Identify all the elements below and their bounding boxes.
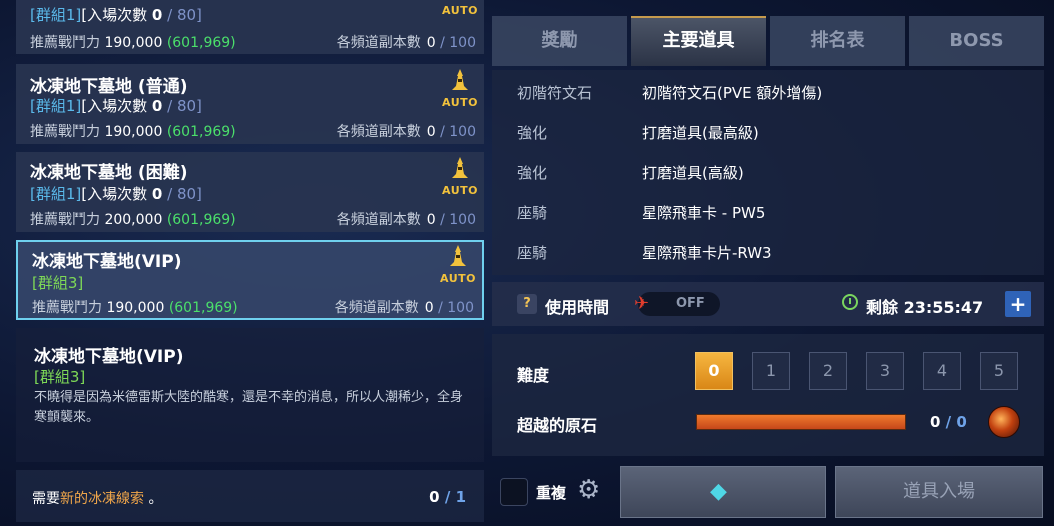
difficulty-option-5[interactable]: 5 bbox=[980, 352, 1018, 390]
question-icon[interactable]: ? bbox=[517, 294, 537, 314]
reward-category: 強化 bbox=[517, 124, 548, 142]
tower-icon bbox=[450, 245, 466, 266]
entry-label: [入場次數 bbox=[81, 6, 148, 24]
tower-auto-icon[interactable]: AUTO bbox=[442, 68, 478, 109]
tower-icon bbox=[452, 69, 468, 90]
reward-category: 強化 bbox=[517, 164, 548, 182]
reward-category: 初階符文石 bbox=[517, 84, 593, 102]
reward-list: 初階符文石 初階符文石(PVE 額外增傷) 強化 打磨道具(最高級) 強化 打磨… bbox=[492, 70, 1044, 275]
reward-item: 星際飛車卡 - PW5 bbox=[642, 204, 766, 222]
difficulty-option-3[interactable]: 3 bbox=[866, 352, 904, 390]
tab-boss[interactable]: BOSS bbox=[909, 16, 1044, 66]
usage-toggle[interactable]: ✈ OFF bbox=[634, 292, 720, 316]
requirement-panel: 需要新的冰凍線索 。 0 / 1 bbox=[16, 470, 484, 522]
repeat-label: 重複 bbox=[536, 484, 567, 502]
group-label: [群組1] bbox=[30, 6, 82, 24]
list-item[interactable]: 強化 打磨道具(高級) bbox=[492, 152, 1044, 192]
dungeon-group: [群組1][入場次數 0 / 80] bbox=[30, 97, 202, 115]
usage-time-label: 使用時間 bbox=[545, 298, 610, 317]
recommended-power: 推薦戰鬥力 190,000 (601,969) bbox=[30, 124, 236, 140]
stone-count: 0 / 0 bbox=[930, 413, 967, 431]
reward-category: 座騎 bbox=[517, 204, 548, 222]
fire-orb-icon bbox=[988, 406, 1020, 438]
tower-auto-icon[interactable]: AUTO bbox=[442, 4, 478, 17]
list-item[interactable]: 初階符文石 初階符文石(PVE 額外增傷) bbox=[492, 72, 1044, 112]
reward-category: 座騎 bbox=[517, 244, 548, 262]
dungeon-group: [群組3] bbox=[32, 274, 84, 292]
requirement-count: 0 / 1 bbox=[429, 488, 466, 506]
dungeon-title: 冰凍地下墓地 (普通) bbox=[30, 77, 188, 97]
recommended-power: 推薦戰鬥力 190,000 (601,969) bbox=[32, 300, 238, 316]
recommended-power: 推薦戰鬥力 200,000 (601,969) bbox=[30, 212, 236, 228]
toggle-state: OFF bbox=[676, 296, 705, 311]
difficulty-option-2[interactable]: 2 bbox=[809, 352, 847, 390]
detail-group: [群組3] bbox=[34, 368, 86, 386]
reward-item: 初階符文石(PVE 額外增傷) bbox=[642, 84, 823, 102]
tab-rewards[interactable]: 獎勵 bbox=[492, 16, 627, 66]
tower-auto-icon[interactable]: AUTO bbox=[440, 244, 476, 285]
dungeon-card-2[interactable]: 冰凍地下墓地 (困難) [群組1][入場次數 0 / 80] 推薦戰鬥力 200… bbox=[16, 152, 484, 232]
difficulty-option-1[interactable]: 1 bbox=[752, 352, 790, 390]
gem-entry-button[interactable]: ◆ bbox=[620, 466, 826, 518]
tab-ranking[interactable]: 排名表 bbox=[770, 16, 905, 66]
tower-icon bbox=[452, 157, 468, 178]
stone-progress-bar bbox=[696, 414, 906, 430]
difficulty-panel: 難度 0 1 2 3 4 5 超越的原石 0 / 0 bbox=[492, 334, 1044, 456]
dungeon-group: [群組1][入場次數 0 / 80] bbox=[30, 185, 202, 203]
add-time-button[interactable]: + bbox=[1005, 291, 1031, 317]
list-item[interactable]: 座騎 星際飛車卡 - PW5 bbox=[492, 192, 1044, 232]
entry-count: 0 bbox=[151, 6, 163, 24]
dungeon-group: [群組1][入場次數 0 / 80] bbox=[30, 6, 202, 24]
usage-time-bar: ? 使用時間 ✈ OFF 剩餘 23:55:47 + bbox=[492, 282, 1044, 326]
dungeon-card-1[interactable]: 冰凍地下墓地 (普通) [群組1][入場次數 0 / 80] 推薦戰鬥力 190… bbox=[16, 64, 484, 144]
list-item[interactable]: 強化 打磨道具(最高級) bbox=[492, 112, 1044, 152]
tower-auto-icon[interactable]: AUTO bbox=[442, 156, 478, 197]
clock-icon bbox=[842, 294, 858, 310]
requirement-item: 新的冰凍線索 bbox=[60, 491, 144, 507]
stone-label: 超越的原石 bbox=[517, 416, 598, 435]
channel-runs: 各頻道副本數 0 / 100 bbox=[334, 300, 474, 316]
detail-title: 冰凍地下墓地(VIP) bbox=[34, 347, 184, 367]
list-item[interactable]: 座騎 星際飛車卡片-RW3 bbox=[492, 232, 1044, 272]
repeat-checkbox[interactable] bbox=[500, 478, 528, 506]
channel-runs: 各頻道副本數 0 / 100 bbox=[336, 35, 476, 51]
recommended-power: 推薦戰鬥力 190,000 (601,969) bbox=[30, 35, 236, 51]
channel-runs: 各頻道副本數 0 / 100 bbox=[336, 212, 476, 228]
reward-item: 打磨道具(高級) bbox=[642, 164, 744, 182]
tab-main-items[interactable]: 主要道具 bbox=[631, 16, 766, 66]
remaining-time: 剩餘 23:55:47 bbox=[866, 298, 984, 317]
reward-item: 星際飛車卡片-RW3 bbox=[642, 244, 772, 262]
dungeon-title: 冰凍地下墓地(VIP) bbox=[32, 252, 182, 272]
reward-item: 打磨道具(最高級) bbox=[642, 124, 759, 142]
difficulty-label: 難度 bbox=[517, 366, 550, 385]
entry-max: 80] bbox=[176, 6, 202, 24]
requirement-text: 需要新的冰凍線索 。 bbox=[32, 491, 163, 507]
dungeon-card-3-selected[interactable]: 冰凍地下墓地(VIP) [群組3] 推薦戰鬥力 190,000 (601,969… bbox=[16, 240, 484, 320]
detail-description: 不曉得是因為米德雷斯大陸的酷寒，還是不幸的消息，所以人潮稀少，全身寒顫襲來。 bbox=[34, 390, 464, 425]
gem-icon: ◆ bbox=[710, 479, 727, 504]
channel-runs: 各頻道副本數 0 / 100 bbox=[336, 124, 476, 140]
dungeon-title: 冰凍地下墓地 (困難) bbox=[30, 163, 188, 183]
dungeon-card-0[interactable]: [群組1][入場次數 0 / 80] 推薦戰鬥力 190,000 (601,96… bbox=[16, 0, 484, 54]
difficulty-option-0[interactable]: 0 bbox=[695, 352, 733, 390]
dungeon-description-panel: 冰凍地下墓地(VIP) [群組3] 不曉得是因為米德雷斯大陸的酷寒，還是不幸的消… bbox=[16, 328, 484, 462]
item-entry-button[interactable]: 道具入場 bbox=[835, 466, 1043, 518]
helicopter-icon: ✈ bbox=[634, 293, 650, 314]
gear-icon[interactable]: ⚙ bbox=[577, 475, 600, 505]
difficulty-option-4[interactable]: 4 bbox=[923, 352, 961, 390]
